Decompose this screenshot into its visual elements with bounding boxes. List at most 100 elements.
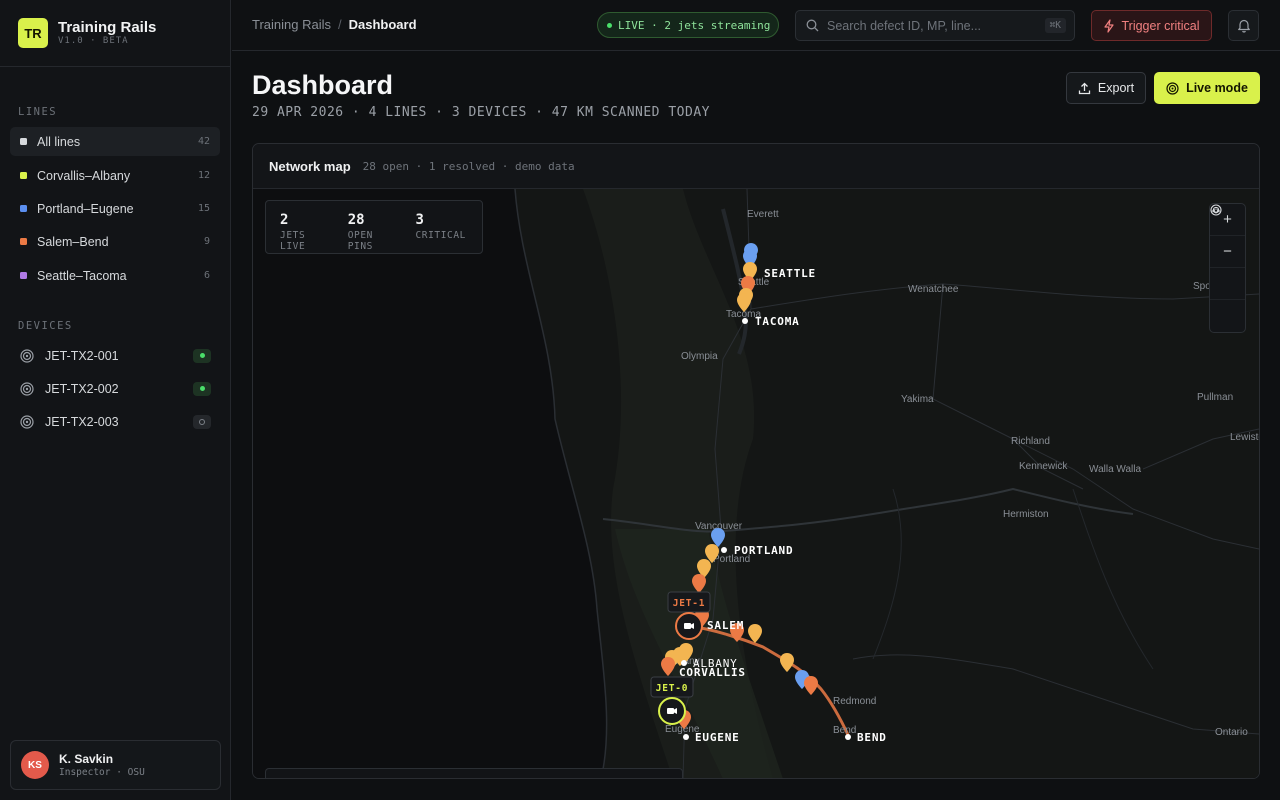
breadcrumb: Training Rails / Dashboard (252, 17, 417, 32)
line-color-swatch (20, 138, 27, 145)
device-signal-icon (20, 348, 34, 363)
line-label: Portland–Eugene (37, 201, 134, 216)
sidebar: TR Training Rails V1.0 · BETA LINES All … (0, 0, 231, 800)
live-mode-button[interactable]: Live mode (1154, 72, 1260, 104)
layers-button[interactable] (1210, 208, 1245, 332)
device-label: JET-TX2-001 (45, 348, 119, 363)
app-title: Training Rails (58, 18, 157, 36)
export-button[interactable]: Export (1066, 72, 1146, 104)
sidebar-item-portland-eugene[interactable]: Portland–Eugene 15 (10, 194, 220, 223)
line-count: 15 (197, 203, 210, 214)
devices-section-label: DEVICES (18, 320, 73, 332)
town-label: Olympia (681, 351, 718, 362)
trigger-critical-label: Trigger critical (1121, 18, 1200, 33)
sidebar-item-salem-bend[interactable]: Salem–Bend 9 (10, 227, 220, 256)
map-panel-header: Network map 28 open · 1 resolved · demo … (253, 144, 1259, 189)
stat-value: 2 (280, 212, 289, 228)
lightning-icon (1104, 18, 1115, 33)
city-dot (742, 318, 748, 324)
town-label: Walla Walla (1089, 464, 1141, 475)
user-card[interactable]: KS K. Savkin Inspector · OSU (10, 740, 221, 790)
jet-1-label: JET-1 (673, 598, 706, 609)
stat-open-pins: 28 OPEN PINS (348, 212, 400, 253)
map-controls: + − (1209, 203, 1246, 333)
town-label: Bend (833, 725, 856, 736)
map-canvas[interactable]: Everett Seattle Tacoma Olympia Wenatchee… (253, 189, 1259, 779)
sidebar-item-device-002[interactable]: JET-TX2-002 (10, 374, 220, 403)
line-label: Seattle–Tacoma (37, 268, 127, 283)
search-icon (806, 19, 819, 32)
sidebar-item-device-001[interactable]: JET-TX2-001 (10, 341, 220, 370)
line-label: All lines (37, 134, 81, 149)
stat-label: CRITICAL (415, 230, 466, 241)
map-panel-meta: 28 open · 1 resolved · demo data (362, 159, 575, 173)
city-dot (845, 734, 851, 740)
sidebar-item-all-lines[interactable]: All lines 42 (10, 127, 220, 156)
map-stats-card: 2 JETS LIVE 28 OPEN PINS 3 CRITICAL (265, 200, 483, 254)
page-subtitle: 29 APR 2026 · 4 LINES · 3 DEVICES · 47 K… (252, 105, 710, 120)
town-label: Hermiston (1003, 509, 1049, 520)
city-label-salem: SALEM (707, 619, 744, 632)
trigger-critical-button[interactable]: Trigger critical (1091, 10, 1212, 41)
map-svg[interactable]: Everett Seattle Tacoma Olympia Wenatchee… (253, 189, 1259, 779)
network-map-panel: Network map 28 open · 1 resolved · demo … (252, 143, 1260, 779)
live-mode-label: Live mode (1186, 81, 1248, 95)
town-label: Lewiston (1230, 432, 1259, 443)
line-label: Salem–Bend (37, 234, 109, 249)
stat-value: 28 (347, 212, 365, 228)
stat-value: 3 (415, 212, 424, 228)
line-color-swatch (20, 172, 27, 179)
search-box[interactable]: ⌘K (795, 10, 1075, 41)
topbar: Training Rails / Dashboard LIVE · 2 jets s… (232, 0, 1280, 51)
live-dot-icon (607, 22, 612, 28)
line-color-swatch (20, 272, 27, 279)
avatar: KS (21, 751, 49, 779)
device-status-online (193, 348, 211, 363)
recenter-button[interactable] (1210, 204, 1245, 300)
town-label: Redmond (833, 696, 876, 707)
live-status-badge: LIVE · 2 jets streaming (597, 12, 779, 38)
lines-section-label: LINES (18, 106, 58, 118)
device-status-online (193, 381, 211, 396)
upload-icon (1078, 82, 1091, 94)
layers-icon (1211, 208, 1221, 214)
app-logo[interactable]: TR (18, 18, 48, 48)
page-title: Dashboard (252, 70, 394, 100)
town-label: Yakima (901, 394, 934, 405)
zoom-out-button[interactable]: − (1210, 236, 1245, 268)
line-count: 12 (197, 170, 210, 181)
user-name: K. Savkin (59, 752, 114, 766)
user-role: Inspector · OSU (59, 767, 145, 778)
line-count: 9 (203, 236, 210, 247)
device-label: JET-TX2-003 (45, 414, 119, 429)
line-count: 6 (203, 270, 210, 281)
stat-jets-live: 2 JETS LIVE (280, 212, 332, 253)
camera-icon (684, 623, 691, 629)
stat-critical: 3 CRITICAL (415, 212, 466, 253)
live-status-text: LIVE · 2 jets streaming (618, 18, 771, 32)
town-label: Pullman (1197, 392, 1233, 403)
city-label-seattle: SEATTLE (764, 267, 816, 280)
sidebar-item-corvallis-albany[interactable]: Corvallis–Albany 12 (10, 161, 220, 190)
search-input[interactable] (827, 18, 1045, 33)
town-label: Wenatchee (908, 284, 959, 295)
stat-label: JETS LIVE (280, 230, 306, 252)
sidebar-item-device-003[interactable]: JET-TX2-003 (10, 407, 220, 436)
brand: TR Training Rails V1.0 · BETA (0, 0, 230, 67)
breadcrumb-separator: / (338, 17, 342, 32)
city-label-eugene: EUGENE (695, 731, 740, 744)
search-shortcut: ⌘K (1044, 18, 1066, 33)
town-label: Ontario (1215, 727, 1248, 738)
sidebar-item-seattle-tacoma[interactable]: Seattle–Tacoma 6 (10, 261, 220, 290)
stat-label: OPEN PINS (347, 230, 373, 252)
notifications-button[interactable] (1228, 10, 1259, 41)
city-label-tacoma: TACOMA (755, 315, 800, 328)
breadcrumb-root[interactable]: Training Rails (252, 17, 331, 32)
town-label: Richland (1011, 436, 1050, 447)
line-count: 42 (197, 136, 210, 147)
device-signal-icon (20, 414, 34, 429)
line-label: Corvallis–Albany (37, 168, 131, 183)
bell-icon (1237, 19, 1250, 33)
device-signal-icon (20, 381, 34, 396)
city-label-portland: PORTLAND (734, 544, 793, 557)
